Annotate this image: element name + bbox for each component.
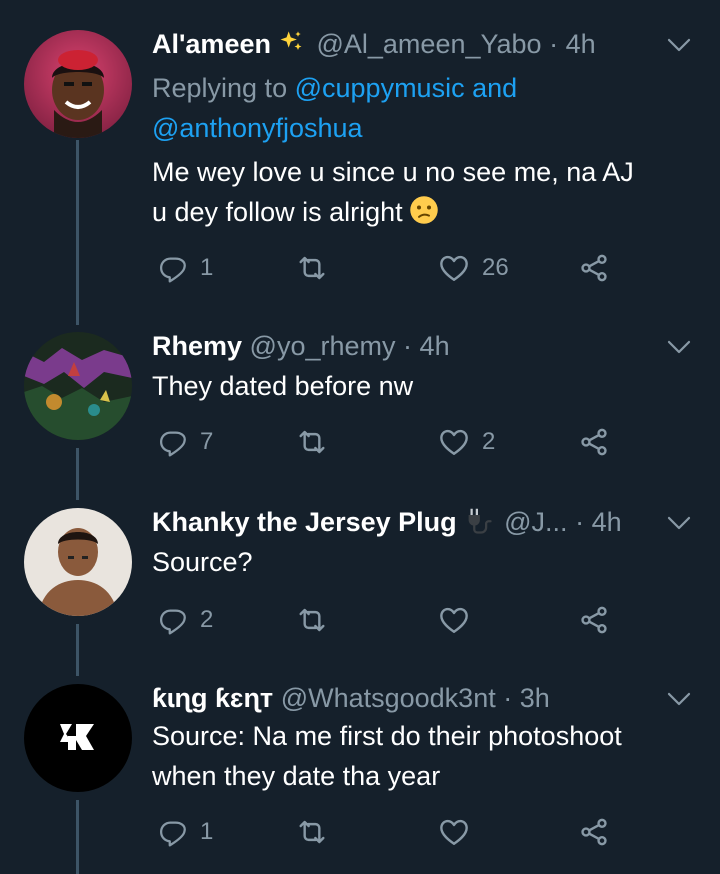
timestamp[interactable]: 3h bbox=[520, 683, 550, 713]
display-name[interactable]: Khanky the Jersey Plug bbox=[152, 507, 457, 537]
display-name[interactable]: ƙɩɳg ƙɛɳт bbox=[152, 683, 273, 713]
retweet-icon bbox=[296, 252, 328, 284]
tweet-text: Source: Na me first do their photoshoot … bbox=[152, 716, 690, 796]
separator-dot: · bbox=[403, 331, 413, 361]
electric-plug-icon bbox=[463, 505, 493, 542]
tweet-header: ƙɩɳg ƙɛɳт @Whatsgoodk3nt · 3h bbox=[152, 678, 700, 718]
handle[interactable]: @Whatsgoodk3nt bbox=[281, 683, 496, 713]
action-bar: 1 26 bbox=[152, 248, 632, 288]
reply-count: 2 bbox=[200, 606, 214, 633]
retweet-icon bbox=[296, 604, 328, 636]
share-button[interactable] bbox=[578, 422, 610, 462]
sparkles-icon bbox=[277, 28, 305, 64]
avatar[interactable] bbox=[24, 30, 132, 138]
tweet[interactable]: Al'ameen @Al_ameen_Yabo · 4h Replying to… bbox=[0, 0, 720, 320]
like-button[interactable] bbox=[438, 812, 482, 852]
separator-dot: · bbox=[503, 683, 513, 713]
chevron-down-icon[interactable] bbox=[664, 684, 694, 714]
like-button[interactable]: 2 bbox=[438, 422, 495, 462]
heart-icon bbox=[438, 252, 470, 284]
share-button[interactable] bbox=[578, 600, 610, 640]
display-name[interactable]: Rhemy bbox=[152, 331, 242, 361]
reply-icon bbox=[158, 605, 188, 635]
handle[interactable]: @J... bbox=[504, 507, 567, 537]
reply-icon bbox=[158, 817, 188, 847]
chevron-down-icon[interactable] bbox=[664, 30, 694, 60]
heart-icon bbox=[438, 816, 470, 848]
retweet-button[interactable] bbox=[296, 248, 340, 288]
retweet-button[interactable] bbox=[296, 600, 340, 640]
retweet-button[interactable] bbox=[296, 422, 340, 462]
retweet-button[interactable] bbox=[296, 812, 340, 852]
like-button[interactable]: 26 bbox=[438, 248, 509, 288]
retweet-icon bbox=[296, 426, 328, 458]
heart-icon bbox=[438, 604, 470, 636]
tweet[interactable]: Khanky the Jersey Plug @J... · 4h Source… bbox=[0, 496, 720, 666]
share-icon bbox=[578, 604, 610, 636]
tweet-text-line: when they date tha year bbox=[152, 761, 441, 791]
replying-to-label: Replying to bbox=[152, 73, 288, 103]
tweet-text: They dated before nw bbox=[152, 366, 690, 406]
action-bar: 2 bbox=[152, 600, 632, 640]
mention-link[interactable]: @cuppymusic bbox=[295, 73, 465, 103]
handle[interactable]: @yo_rhemy bbox=[250, 331, 396, 361]
tweet[interactable]: ƙɩɳg ƙɛɳт @Whatsgoodk3nt · 3h Source: Na… bbox=[0, 672, 720, 874]
tweet-text-line: u dey follow is alright bbox=[152, 197, 403, 227]
reply-count: 1 bbox=[200, 254, 214, 281]
handle[interactable]: @Al_ameen_Yabo bbox=[316, 29, 541, 59]
display-name[interactable]: Al'ameen bbox=[152, 29, 271, 59]
separator-dot: · bbox=[549, 29, 559, 59]
avatar[interactable] bbox=[24, 508, 132, 616]
mention-link[interactable]: @anthonyfjoshua bbox=[152, 113, 363, 143]
share-button[interactable] bbox=[578, 248, 610, 288]
timestamp[interactable]: 4h bbox=[420, 331, 450, 361]
like-button[interactable] bbox=[438, 600, 482, 640]
share-button[interactable] bbox=[578, 812, 610, 852]
timestamp[interactable]: 4h bbox=[566, 29, 596, 59]
chevron-down-icon[interactable] bbox=[664, 508, 694, 538]
tweet-header: Rhemy @yo_rhemy · 4h bbox=[152, 326, 700, 366]
tweet-text-line: Source: Na me first do their photoshoot bbox=[152, 721, 622, 751]
share-icon bbox=[578, 426, 610, 458]
share-icon bbox=[578, 816, 610, 848]
tweet-text-line: Me wey love u since u no see me, na AJ bbox=[152, 157, 634, 187]
chevron-down-icon[interactable] bbox=[664, 332, 694, 362]
tweet-text-line: They dated before nw bbox=[152, 371, 414, 401]
confused-face-icon bbox=[409, 195, 439, 236]
heart-icon bbox=[438, 426, 470, 458]
timestamp[interactable]: 4h bbox=[592, 507, 622, 537]
tweet-header: Al'ameen @Al_ameen_Yabo · 4h bbox=[152, 24, 700, 64]
share-icon bbox=[578, 252, 610, 284]
tweet-text: Me wey love u since u no see me, na AJ u… bbox=[152, 152, 690, 236]
like-count: 26 bbox=[482, 254, 509, 281]
reply-button[interactable]: 2 bbox=[158, 600, 213, 640]
tweet[interactable]: Rhemy @yo_rhemy · 4h They dated before n… bbox=[0, 320, 720, 490]
tweet-text: Source? bbox=[152, 542, 690, 582]
action-bar: 7 2 bbox=[152, 422, 632, 462]
like-count: 2 bbox=[482, 428, 496, 455]
reply-button[interactable]: 7 bbox=[158, 422, 213, 462]
tweet-header: Khanky the Jersey Plug @J... · 4h bbox=[152, 502, 700, 542]
reply-icon bbox=[158, 253, 188, 283]
reply-icon bbox=[158, 427, 188, 457]
mention-and[interactable]: and bbox=[472, 73, 517, 103]
avatar[interactable] bbox=[24, 332, 132, 440]
reply-count: 1 bbox=[200, 818, 214, 845]
avatar[interactable] bbox=[24, 684, 132, 792]
reply-button[interactable]: 1 bbox=[158, 248, 213, 288]
retweet-icon bbox=[296, 816, 328, 848]
reply-button[interactable]: 1 bbox=[158, 812, 213, 852]
tweet-text-line: Source? bbox=[152, 547, 253, 577]
replying-to: Replying to @cuppymusic and bbox=[152, 68, 517, 108]
replying-to-second-line: @anthonyfjoshua bbox=[152, 108, 363, 148]
action-bar: 1 bbox=[152, 812, 632, 852]
separator-dot: · bbox=[575, 507, 585, 537]
reply-count: 7 bbox=[200, 428, 214, 455]
